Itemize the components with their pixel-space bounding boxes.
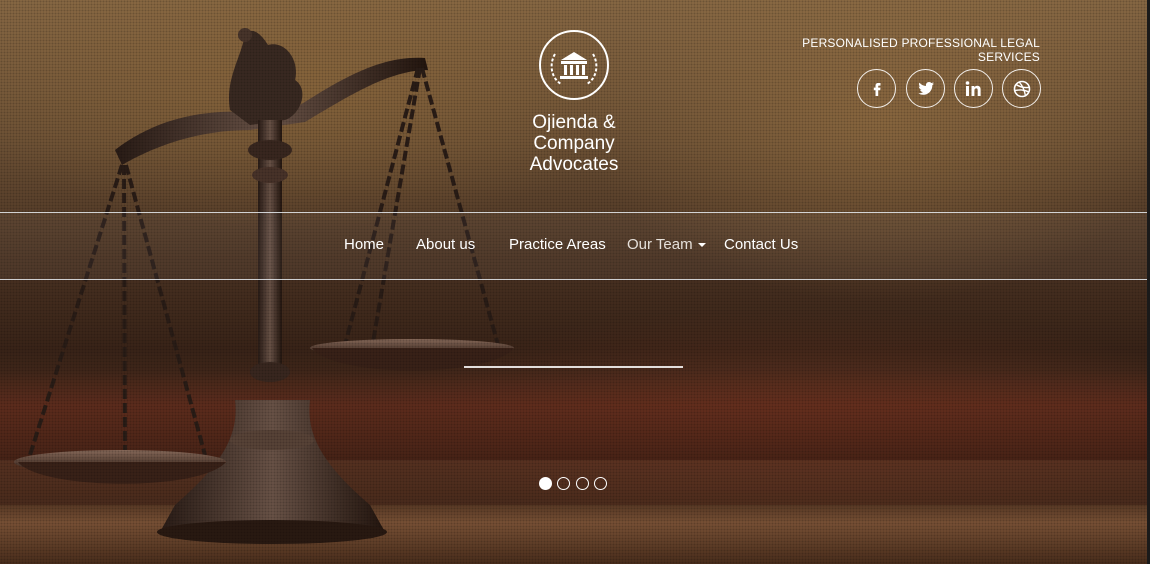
linkedin-link[interactable] (954, 69, 993, 108)
caret-down-icon (697, 243, 706, 248)
nav-item-home[interactable]: Home (344, 236, 384, 253)
slider-dot-1[interactable] (539, 477, 552, 490)
linkedin-icon (965, 80, 981, 96)
twitter-link[interactable] (906, 69, 945, 108)
logo-line-1: Ojienda & (532, 112, 616, 133)
logo-line-3: Advocates (529, 154, 619, 175)
header-tagline: PERSONALISED PROFESSIONAL LEGAL SERVICES (802, 36, 1040, 64)
slider-dot-4[interactable] (594, 477, 607, 490)
courthouse-icon (550, 52, 598, 85)
nav-bottom-border (0, 279, 1150, 280)
nav-item-about-us[interactable]: About us (416, 236, 475, 253)
logo-name: Ojienda & Company Advocates (500, 112, 648, 175)
dribbble-icon (1013, 80, 1030, 97)
facebook-icon (873, 82, 880, 96)
nav-item-our-team-label: Our Team (627, 236, 693, 253)
nav-item-contact-us[interactable]: Contact Us (724, 236, 798, 253)
nav-item-practice-areas[interactable]: Practice Areas (509, 236, 606, 253)
slider-dot-3[interactable] (576, 477, 589, 490)
logo-emblem (539, 30, 609, 100)
logo-line-2: Company (533, 133, 615, 154)
nav-top-border (0, 212, 1150, 213)
nav-item-our-team[interactable]: Our Team (627, 236, 706, 253)
slide-caption-divider (464, 366, 683, 368)
twitter-icon (917, 81, 934, 95)
slider-dot-2[interactable] (557, 477, 570, 490)
dribbble-link[interactable] (1002, 69, 1041, 108)
site-logo[interactable]: Ojienda & Company Advocates (500, 30, 648, 175)
facebook-link[interactable] (857, 69, 896, 108)
